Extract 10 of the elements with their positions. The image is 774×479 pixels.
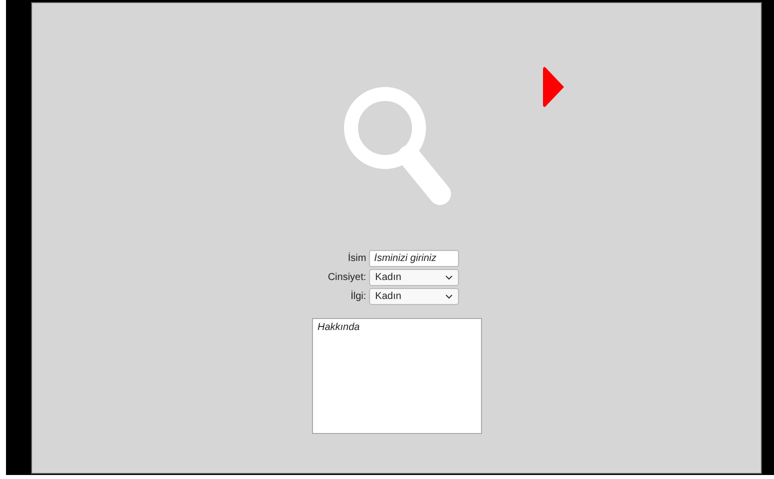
field-label: İsim <box>346 253 366 264</box>
name-field[interactable]: İsminizi giriniz <box>369 250 460 267</box>
field-label: İlgi: <box>350 291 366 302</box>
caret-icon <box>445 275 454 280</box>
select-dropdown[interactable]: Kadın <box>369 269 460 286</box>
caret-icon <box>445 294 454 299</box>
play-icon[interactable] <box>542 65 566 109</box>
about-field[interactable]: Hakkında <box>312 318 482 434</box>
field-label: Cinsiyet: <box>328 272 366 283</box>
select-dropdown[interactable]: Kadın <box>369 288 460 305</box>
